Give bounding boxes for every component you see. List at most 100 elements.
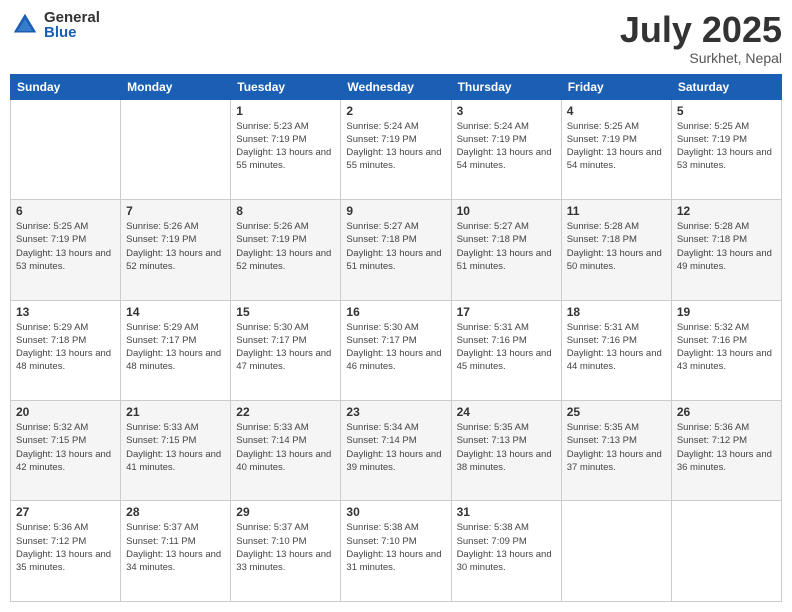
calendar-day-cell: 26Sunrise: 5:36 AMSunset: 7:12 PMDayligh… bbox=[671, 401, 781, 501]
calendar-day-cell: 14Sunrise: 5:29 AMSunset: 7:17 PMDayligh… bbox=[121, 300, 231, 400]
day-info: Sunrise: 5:25 AMSunset: 7:19 PMDaylight:… bbox=[567, 120, 666, 173]
header: General Blue July 2025 Surkhet, Nepal bbox=[10, 10, 782, 66]
calendar-day-cell: 7 Sunrise: 5:26 AMSunset: 7:19 PMDaylight… bbox=[121, 200, 231, 300]
day-number: 30 bbox=[346, 505, 445, 519]
weekday-header: Saturday bbox=[671, 74, 781, 99]
calendar-day-cell: 23 Sunrise: 5:34 AMSunset: 7:14 PMDayligh… bbox=[341, 401, 451, 501]
day-info: Sunrise: 5:32 AMSunset: 7:15 PMDaylight:… bbox=[16, 421, 115, 474]
weekday-header: Thursday bbox=[451, 74, 561, 99]
calendar-day-cell: 20 Sunrise: 5:32 AMSunset: 7:15 PMDayligh… bbox=[11, 401, 121, 501]
day-info: Sunrise: 5:29 AMSunset: 7:17 PMDaylight:… bbox=[126, 321, 225, 374]
calendar-day-cell bbox=[561, 501, 671, 602]
day-number: 24 bbox=[457, 405, 556, 419]
month-title: July 2025 bbox=[620, 10, 782, 50]
calendar-day-cell: 5 Sunrise: 5:25 AMSunset: 7:19 PMDaylight… bbox=[671, 99, 781, 199]
calendar-day-cell: 30Sunrise: 5:38 AMSunset: 7:10 PMDayligh… bbox=[341, 501, 451, 602]
day-number: 9 bbox=[346, 204, 445, 218]
day-info: Sunrise: 5:37 AMSunset: 7:10 PMDaylight:… bbox=[236, 521, 335, 574]
day-info: Sunrise: 5:34 AMSunset: 7:14 PMDaylight:… bbox=[346, 421, 445, 474]
calendar-day-cell: 9 Sunrise: 5:27 AMSunset: 7:18 PMDaylight… bbox=[341, 200, 451, 300]
day-info: Sunrise: 5:24 AMSunset: 7:19 PMDaylight:… bbox=[346, 120, 445, 173]
day-number: 28 bbox=[126, 505, 225, 519]
day-info: Sunrise: 5:33 AMSunset: 7:15 PMDaylight:… bbox=[126, 421, 225, 474]
logo-text: General Blue bbox=[44, 10, 100, 40]
location-subtitle: Surkhet, Nepal bbox=[620, 50, 782, 66]
calendar-day-cell: 28 Sunrise: 5:37 AMSunset: 7:11 PMDayligh… bbox=[121, 501, 231, 602]
calendar-week-row: 27 Sunrise: 5:36 AMSunset: 7:12 PMDayligh… bbox=[11, 501, 782, 602]
logo-icon bbox=[10, 10, 40, 40]
day-number: 7 bbox=[126, 204, 225, 218]
day-number: 27 bbox=[16, 505, 115, 519]
weekday-header: Wednesday bbox=[341, 74, 451, 99]
day-number: 8 bbox=[236, 204, 335, 218]
calendar-day-cell bbox=[11, 99, 121, 199]
day-info: Sunrise: 5:37 AMSunset: 7:11 PMDaylight:… bbox=[126, 521, 225, 574]
day-number: 20 bbox=[16, 405, 115, 419]
calendar-day-cell: 19 Sunrise: 5:32 AMSunset: 7:16 PMDayligh… bbox=[671, 300, 781, 400]
weekday-header: Monday bbox=[121, 74, 231, 99]
day-number: 19 bbox=[677, 305, 776, 319]
day-info: Sunrise: 5:29 AMSunset: 7:18 PMDaylight:… bbox=[16, 321, 115, 374]
calendar-day-cell: 3Sunrise: 5:24 AMSunset: 7:19 PMDaylight… bbox=[451, 99, 561, 199]
day-info: Sunrise: 5:28 AMSunset: 7:18 PMDaylight:… bbox=[567, 220, 666, 273]
day-number: 18 bbox=[567, 305, 666, 319]
title-block: July 2025 Surkhet, Nepal bbox=[620, 10, 782, 66]
page: General Blue July 2025 Surkhet, Nepal Su… bbox=[0, 0, 792, 612]
day-info: Sunrise: 5:35 AMSunset: 7:13 PMDaylight:… bbox=[457, 421, 556, 474]
weekday-header: Friday bbox=[561, 74, 671, 99]
day-number: 2 bbox=[346, 104, 445, 118]
day-number: 5 bbox=[677, 104, 776, 118]
day-number: 3 bbox=[457, 104, 556, 118]
calendar-day-cell: 4 Sunrise: 5:25 AMSunset: 7:19 PMDaylight… bbox=[561, 99, 671, 199]
day-info: Sunrise: 5:26 AMSunset: 7:19 PMDaylight:… bbox=[236, 220, 335, 273]
day-number: 25 bbox=[567, 405, 666, 419]
day-info: Sunrise: 5:35 AMSunset: 7:13 PMDaylight:… bbox=[567, 421, 666, 474]
day-number: 15 bbox=[236, 305, 335, 319]
calendar-week-row: 13 Sunrise: 5:29 AMSunset: 7:18 PMDayligh… bbox=[11, 300, 782, 400]
day-info: Sunrise: 5:36 AMSunset: 7:12 PMDaylight:… bbox=[16, 521, 115, 574]
header-row: SundayMondayTuesdayWednesdayThursdayFrid… bbox=[11, 74, 782, 99]
day-number: 6 bbox=[16, 204, 115, 218]
calendar-day-cell bbox=[671, 501, 781, 602]
day-number: 11 bbox=[567, 204, 666, 218]
day-number: 4 bbox=[567, 104, 666, 118]
weekday-header: Tuesday bbox=[231, 74, 341, 99]
calendar-day-cell: 6 Sunrise: 5:25 AMSunset: 7:19 PMDaylight… bbox=[11, 200, 121, 300]
day-number: 10 bbox=[457, 204, 556, 218]
calendar-day-cell: 27 Sunrise: 5:36 AMSunset: 7:12 PMDayligh… bbox=[11, 501, 121, 602]
day-info: Sunrise: 5:31 AMSunset: 7:16 PMDaylight:… bbox=[567, 321, 666, 374]
calendar-table: SundayMondayTuesdayWednesdayThursdayFrid… bbox=[10, 74, 782, 602]
day-info: Sunrise: 5:33 AMSunset: 7:14 PMDaylight:… bbox=[236, 421, 335, 474]
day-number: 13 bbox=[16, 305, 115, 319]
calendar-week-row: 20 Sunrise: 5:32 AMSunset: 7:15 PMDayligh… bbox=[11, 401, 782, 501]
calendar-day-cell: 8 Sunrise: 5:26 AMSunset: 7:19 PMDaylight… bbox=[231, 200, 341, 300]
day-info: Sunrise: 5:25 AMSunset: 7:19 PMDaylight:… bbox=[16, 220, 115, 273]
day-number: 17 bbox=[457, 305, 556, 319]
day-number: 26 bbox=[677, 405, 776, 419]
day-number: 22 bbox=[236, 405, 335, 419]
day-number: 16 bbox=[346, 305, 445, 319]
calendar-day-cell: 2 Sunrise: 5:24 AMSunset: 7:19 PMDaylight… bbox=[341, 99, 451, 199]
day-number: 23 bbox=[346, 405, 445, 419]
day-info: Sunrise: 5:27 AMSunset: 7:18 PMDaylight:… bbox=[457, 220, 556, 273]
calendar-day-cell: 17Sunrise: 5:31 AMSunset: 7:16 PMDayligh… bbox=[451, 300, 561, 400]
day-info: Sunrise: 5:28 AMSunset: 7:18 PMDaylight:… bbox=[677, 220, 776, 273]
day-info: Sunrise: 5:32 AMSunset: 7:16 PMDaylight:… bbox=[677, 321, 776, 374]
day-number: 12 bbox=[677, 204, 776, 218]
calendar-day-cell: 31Sunrise: 5:38 AMSunset: 7:09 PMDayligh… bbox=[451, 501, 561, 602]
calendar-week-row: 1Sunrise: 5:23 AMSunset: 7:19 PMDaylight… bbox=[11, 99, 782, 199]
day-info: Sunrise: 5:27 AMSunset: 7:18 PMDaylight:… bbox=[346, 220, 445, 273]
logo-blue: Blue bbox=[44, 25, 100, 40]
calendar-day-cell: 12 Sunrise: 5:28 AMSunset: 7:18 PMDayligh… bbox=[671, 200, 781, 300]
day-info: Sunrise: 5:30 AMSunset: 7:17 PMDaylight:… bbox=[236, 321, 335, 374]
calendar-day-cell: 21Sunrise: 5:33 AMSunset: 7:15 PMDayligh… bbox=[121, 401, 231, 501]
day-info: Sunrise: 5:25 AMSunset: 7:19 PMDaylight:… bbox=[677, 120, 776, 173]
day-number: 29 bbox=[236, 505, 335, 519]
day-info: Sunrise: 5:30 AMSunset: 7:17 PMDaylight:… bbox=[346, 321, 445, 374]
logo: General Blue bbox=[10, 10, 100, 40]
day-info: Sunrise: 5:38 AMSunset: 7:09 PMDaylight:… bbox=[457, 521, 556, 574]
logo-general: General bbox=[44, 10, 100, 25]
calendar-week-row: 6 Sunrise: 5:25 AMSunset: 7:19 PMDaylight… bbox=[11, 200, 782, 300]
calendar-day-cell: 24 Sunrise: 5:35 AMSunset: 7:13 PMDayligh… bbox=[451, 401, 561, 501]
day-info: Sunrise: 5:26 AMSunset: 7:19 PMDaylight:… bbox=[126, 220, 225, 273]
